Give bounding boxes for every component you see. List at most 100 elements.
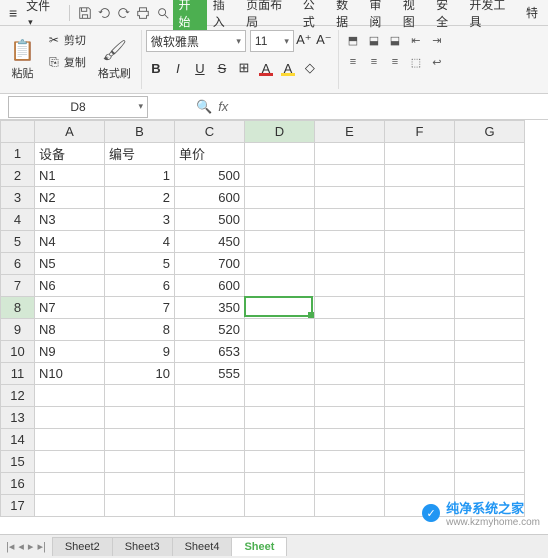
cell[interactable]: N4 — [35, 231, 105, 253]
row-header[interactable]: 16 — [1, 473, 35, 495]
cell[interactable] — [245, 253, 315, 275]
cell[interactable]: 555 — [175, 363, 245, 385]
tab-page-layout[interactable]: 页面布局 — [242, 0, 297, 32]
row-header[interactable]: 17 — [1, 495, 35, 517]
merge-button[interactable]: ⬚ — [406, 52, 426, 72]
cell[interactable]: N1 — [35, 165, 105, 187]
preview-icon[interactable] — [154, 4, 171, 22]
cell[interactable] — [315, 143, 385, 165]
cell[interactable] — [245, 363, 315, 385]
align-top-button[interactable]: ⬒ — [343, 30, 363, 50]
cell[interactable] — [385, 363, 455, 385]
strikethrough-button[interactable]: S — [212, 58, 232, 78]
row-header[interactable]: 9 — [1, 319, 35, 341]
cell[interactable] — [455, 297, 525, 319]
align-left-button[interactable]: ≡ — [343, 52, 363, 72]
row-header[interactable]: 6 — [1, 253, 35, 275]
cell[interactable] — [35, 473, 105, 495]
sheet-tab-active[interactable]: Sheet — [231, 537, 287, 556]
cell[interactable]: N10 — [35, 363, 105, 385]
cell[interactable] — [35, 385, 105, 407]
cell[interactable]: N8 — [35, 319, 105, 341]
undo-icon[interactable] — [96, 4, 113, 22]
cell[interactable] — [175, 407, 245, 429]
decrease-font-button[interactable]: A⁻ — [314, 30, 334, 50]
col-header-c[interactable]: C — [175, 121, 245, 143]
font-color-button[interactable]: A — [256, 58, 276, 78]
cell[interactable]: N3 — [35, 209, 105, 231]
col-header-b[interactable]: B — [105, 121, 175, 143]
fx-icon[interactable]: fx — [218, 99, 228, 114]
row-header[interactable]: 10 — [1, 341, 35, 363]
cell[interactable] — [455, 187, 525, 209]
align-center-button[interactable]: ≡ — [364, 52, 384, 72]
row-header[interactable]: 7 — [1, 275, 35, 297]
cell[interactable]: N2 — [35, 187, 105, 209]
cell[interactable] — [385, 473, 455, 495]
cell[interactable] — [315, 319, 385, 341]
cell[interactable] — [245, 165, 315, 187]
cell[interactable]: 9 — [105, 341, 175, 363]
cell[interactable] — [385, 341, 455, 363]
cell[interactable] — [245, 495, 315, 517]
cell[interactable]: N6 — [35, 275, 105, 297]
cell[interactable]: 编号 — [105, 143, 175, 165]
cell[interactable] — [315, 275, 385, 297]
cell[interactable] — [315, 407, 385, 429]
row-header[interactable]: 13 — [1, 407, 35, 429]
cell[interactable] — [105, 407, 175, 429]
cell[interactable] — [35, 451, 105, 473]
row-header[interactable]: 11 — [1, 363, 35, 385]
cut-button[interactable]: ✂ 剪切 — [43, 30, 90, 50]
cell[interactable] — [245, 407, 315, 429]
cell[interactable] — [315, 187, 385, 209]
print-icon[interactable] — [135, 4, 152, 22]
row-header[interactable]: 1 — [1, 143, 35, 165]
cell[interactable] — [455, 275, 525, 297]
cell[interactable]: 500 — [175, 165, 245, 187]
cell[interactable]: 7 — [105, 297, 175, 319]
name-box[interactable]: D8 ▾ — [8, 96, 148, 118]
cell[interactable]: 设备 — [35, 143, 105, 165]
cell[interactable] — [175, 429, 245, 451]
cell[interactable]: 6 — [105, 275, 175, 297]
font-size-select[interactable]: 11 ▾ — [250, 30, 294, 52]
tab-start[interactable]: 开始 — [173, 0, 206, 32]
fill-color-button[interactable]: A — [278, 58, 298, 78]
cell[interactable]: 653 — [175, 341, 245, 363]
cell[interactable] — [245, 275, 315, 297]
cell[interactable] — [105, 429, 175, 451]
row-header[interactable]: 12 — [1, 385, 35, 407]
cell[interactable] — [245, 429, 315, 451]
row-header[interactable]: 4 — [1, 209, 35, 231]
col-header-e[interactable]: E — [315, 121, 385, 143]
cell[interactable] — [175, 385, 245, 407]
underline-button[interactable]: U — [190, 58, 210, 78]
cell[interactable] — [385, 407, 455, 429]
cell[interactable]: 450 — [175, 231, 245, 253]
cell[interactable] — [245, 473, 315, 495]
col-header-a[interactable]: A — [35, 121, 105, 143]
cell[interactable] — [315, 253, 385, 275]
align-middle-button[interactable]: ⬓ — [364, 30, 384, 50]
cell[interactable] — [385, 231, 455, 253]
border-button[interactable]: ⊞ — [234, 58, 254, 78]
font-family-select[interactable]: 微软雅黑 ▾ — [146, 30, 246, 52]
cell[interactable] — [385, 165, 455, 187]
cell[interactable] — [35, 429, 105, 451]
indent-increase-button[interactable]: ⇥ — [427, 30, 447, 50]
cell[interactable] — [455, 407, 525, 429]
sheet-nav-last[interactable]: ▸| — [37, 540, 45, 553]
cell[interactable]: N9 — [35, 341, 105, 363]
cell[interactable] — [385, 253, 455, 275]
cell[interactable] — [315, 231, 385, 253]
sheet-nav-prev[interactable]: ◂ — [18, 540, 24, 553]
cell[interactable] — [245, 319, 315, 341]
row-header[interactable]: 14 — [1, 429, 35, 451]
row-header[interactable]: 3 — [1, 187, 35, 209]
cell[interactable] — [175, 473, 245, 495]
tab-review[interactable]: 审阅 — [365, 0, 396, 32]
cell[interactable] — [455, 473, 525, 495]
cell[interactable]: 5 — [105, 253, 175, 275]
cell[interactable] — [315, 495, 385, 517]
